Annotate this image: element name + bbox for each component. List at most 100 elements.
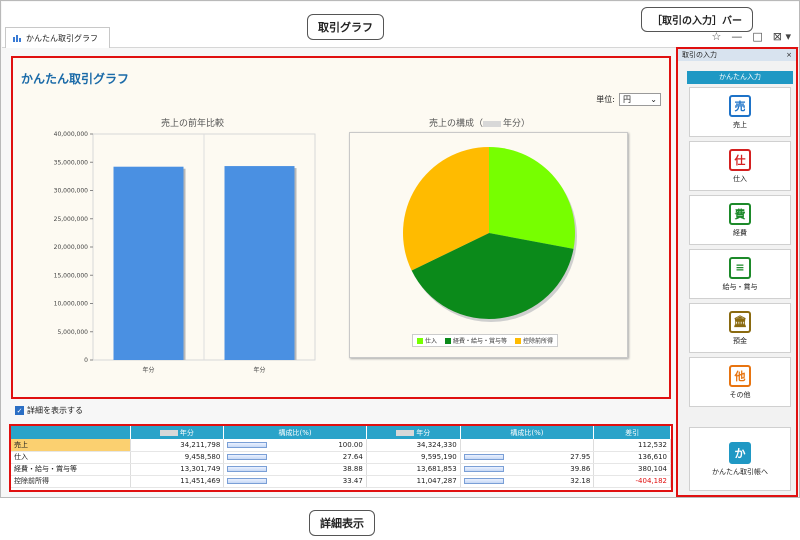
- kantan-book-button[interactable]: か かんたん取引帳へ: [689, 427, 791, 491]
- pie-chart-title: 売上の構成（ 年分）: [429, 119, 531, 129]
- ratio1-cell: 100.00: [223, 439, 367, 452]
- input-type-icon: 他: [729, 364, 751, 387]
- callout-graph: 取引グラフ: [307, 14, 384, 40]
- diff-value: 380,104: [593, 463, 671, 476]
- row-label: 控除前所得: [11, 475, 131, 488]
- ratio2-cell: 39.86: [460, 463, 595, 476]
- year1-value: 9,458,580: [130, 451, 225, 464]
- input-type-icon: 仕: [729, 148, 751, 171]
- year2-value: 34,324,330: [366, 439, 461, 452]
- ratio-bar: [463, 454, 504, 460]
- side-item-label: 預金: [733, 336, 747, 345]
- side-item-4[interactable]: 🏛 預金: [689, 303, 791, 353]
- close-menu-icon[interactable]: ⊠ ▾: [773, 30, 791, 43]
- y-tick-label: 40,000,000: [54, 131, 89, 138]
- row-label: 売上: [11, 439, 131, 452]
- ratio1-cell: 38.88: [223, 463, 367, 476]
- ratio-value: 38.88: [342, 465, 363, 473]
- side-item-3[interactable]: ≡ 給与・賞与: [689, 249, 791, 299]
- tab-label: かんたん取引グラフ: [26, 33, 98, 43]
- legend-swatch: [417, 337, 423, 344]
- callout-detail: 詳細表示: [309, 510, 375, 536]
- header-ratio1: 構成比(%): [223, 426, 367, 439]
- unit-select[interactable]: 円 ⌄: [619, 93, 661, 106]
- ratio-value: 100.00: [338, 440, 363, 449]
- year2-value: 9,595,190: [366, 451, 461, 464]
- table-row[interactable]: 控除前所得 11,451,469 33.47 11,047,287 32.18 -404,…: [11, 475, 671, 488]
- side-item-0[interactable]: 売売上: [689, 87, 791, 137]
- side-item-label: その他: [729, 390, 751, 399]
- side-panel-title: 取引の入力: [682, 51, 717, 59]
- unit-value: 円: [623, 95, 631, 104]
- ratio2-cell: 32.18: [460, 475, 595, 488]
- ratio-value: 27.64: [342, 453, 363, 461]
- redacted-year: [483, 120, 502, 127]
- row-label: 経費・給与・賞与等: [11, 463, 131, 476]
- y-tick-label: 35,000,000: [54, 159, 89, 166]
- kantan-book-label: かんたん取引帳へ: [712, 467, 768, 476]
- table-row[interactable]: 売上 34,211,798 100.00 34,324,330 112,532: [11, 439, 671, 452]
- header-year2: 年分: [366, 426, 461, 439]
- side-item-label: 売上: [733, 120, 747, 129]
- y-tick-label: 30,000,000: [54, 188, 89, 195]
- detail-toggle-label: 詳細を表示する: [27, 406, 83, 415]
- legend-swatch: [515, 337, 522, 344]
- legend-item: 控除前所得: [515, 336, 553, 345]
- y-tick-label: 20,000,000: [54, 244, 89, 251]
- diff-value: 136,610: [593, 451, 671, 464]
- ratio-bar: [227, 466, 268, 472]
- table-row[interactable]: 経費・給与・賞与等 13,301,749 38.88 13,681,853 39.86 3…: [11, 463, 671, 476]
- ratio-bar: [463, 478, 504, 484]
- ratio-bar: [227, 441, 268, 448]
- input-type-icon: 売: [729, 94, 751, 117]
- y-tick-label: 10,000,000: [54, 301, 89, 308]
- diff-value: -404,182: [593, 475, 671, 488]
- maximize-icon[interactable]: □: [752, 30, 762, 43]
- input-type-icon: 費: [729, 202, 751, 225]
- checkbox-checked-icon[interactable]: ✓: [15, 406, 24, 415]
- legend-label: 経費・給与・賞与等: [453, 338, 508, 345]
- quick-input-button[interactable]: かんたん入力: [687, 71, 793, 84]
- detail-toggle[interactable]: ✓ 詳細を表示する: [15, 405, 83, 416]
- pie-legend: 仕入 経費・給与・賞与等 控除前所得: [412, 334, 559, 347]
- diff-value: 112,532: [593, 439, 671, 452]
- input-side-panel: 取引の入力 × かんたん入力 売売上仕仕入費経費 ≡ 給与・賞与 🏛 預金他その他 か …: [676, 47, 798, 497]
- unit-label: 単位:: [596, 95, 615, 104]
- ratio2-cell: [460, 439, 595, 452]
- app-window: かんたん取引グラフ ☆ — □ ⊠ ▾ かんたん取引グラフ 単位: 円 ⌄ 売上…: [0, 0, 800, 536]
- y-tick-label: 0: [84, 357, 88, 364]
- side-item-label: 給与・賞与: [722, 282, 758, 291]
- chevron-down-icon: ⌄: [650, 95, 657, 104]
- chart-icon: [13, 35, 21, 42]
- input-type-icon: ≡: [729, 256, 751, 279]
- ratio-value: 39.86: [570, 465, 591, 473]
- close-icon[interactable]: ×: [786, 51, 792, 59]
- table-row[interactable]: 仕入 9,458,580 27.64 9,595,190 27.95 136,610: [11, 451, 671, 464]
- y-tick-label: 25,000,000: [54, 216, 89, 223]
- legend-label: 控除前所得: [523, 338, 554, 345]
- side-item-2[interactable]: 費経費: [689, 195, 791, 245]
- bar: [224, 166, 295, 360]
- ratio1-cell: 33.47: [223, 475, 367, 488]
- detail-table: 年分 構成比(%) 年分 構成比(%) 差引 売上 34,211,798 100.0…: [11, 426, 671, 488]
- detail-table-panel: 年分 構成比(%) 年分 構成比(%) 差引 売上 34,211,798 100.0…: [9, 424, 673, 492]
- callout-input-bar: ［取引の入力］バー: [641, 7, 753, 32]
- book-icon: か: [729, 441, 751, 464]
- side-item-1[interactable]: 仕仕入: [689, 141, 791, 191]
- year2-value: 13,681,853: [366, 463, 461, 476]
- x-tick-label: 年分: [142, 366, 154, 374]
- header-ratio2: 構成比(%): [460, 426, 595, 439]
- legend-item: 経費・給与・賞与等: [445, 336, 507, 345]
- graph-panel: かんたん取引グラフ 単位: 円 ⌄ 売上の前年比較 売上の構成（ 年分） 40,0…: [11, 56, 671, 399]
- tab-kantan-graph[interactable]: かんたん取引グラフ: [5, 27, 110, 48]
- year1-value: 11,451,469: [130, 475, 225, 488]
- bar-chart: 40,000,000 35,000,000 30,000,000 25,000,000…: [54, 131, 316, 374]
- ratio-bar: [227, 454, 268, 460]
- y-tick-label: 5,000,000: [57, 329, 88, 336]
- legend-swatch: [445, 337, 452, 344]
- input-type-icon: 🏛: [729, 310, 751, 333]
- row-label: 仕入: [11, 451, 131, 464]
- legend-item: 仕入: [417, 336, 437, 345]
- side-item-5[interactable]: 他その他: [689, 357, 791, 407]
- side-item-label: 経費: [733, 228, 747, 237]
